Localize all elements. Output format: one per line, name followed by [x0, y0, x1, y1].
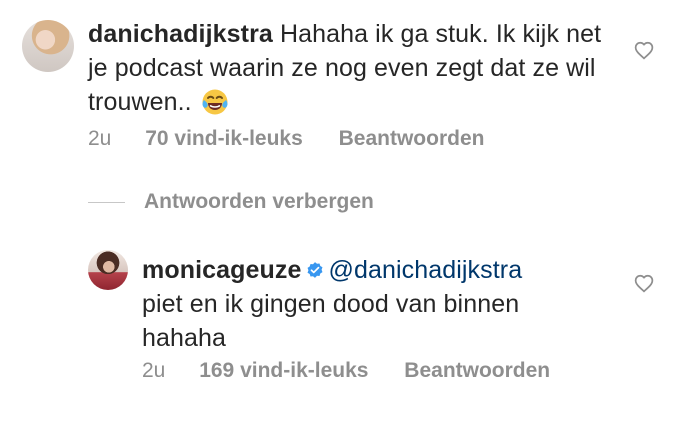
- comment-meta: 2u 70 vind-ik-leuks Beantwoorden: [88, 126, 484, 152]
- hide-replies-label: Antwoorden verbergen: [144, 190, 374, 213]
- hide-replies-toggle[interactable]: Antwoorden verbergen: [88, 188, 374, 216]
- avatar[interactable]: [22, 20, 74, 72]
- like-heart-icon[interactable]: [633, 273, 655, 293]
- face-with-tears-of-joy-icon: [201, 88, 229, 116]
- reply-likes-count[interactable]: 169 vind-ik-leuks: [199, 358, 368, 384]
- reply-timestamp: 2u: [142, 359, 166, 382]
- verified-badge-icon: [306, 254, 324, 278]
- reply-text: piet en ik gingen dood van binnen hahaha: [142, 290, 520, 352]
- comment-username[interactable]: danichadijkstra: [88, 20, 273, 48]
- reply-body: monicageuze @danichadijkstra piet en ik …: [142, 253, 562, 355]
- comment-likes-count[interactable]: 70 vind-ik-leuks: [145, 126, 303, 152]
- reply-button[interactable]: Beantwoorden: [404, 358, 550, 384]
- mention-link[interactable]: @danichadijkstra: [328, 256, 522, 284]
- reply-meta: 2u 169 vind-ik-leuks Beantwoorden: [142, 358, 550, 384]
- reply-username[interactable]: monicageuze: [142, 256, 301, 284]
- avatar[interactable]: [88, 250, 128, 290]
- comment-timestamp: 2u: [88, 127, 112, 150]
- like-heart-icon[interactable]: [633, 40, 655, 60]
- reply-button[interactable]: Beantwoorden: [339, 126, 485, 152]
- comment-body: danichadijkstra Hahaha ik ga stuk. Ik ki…: [88, 17, 608, 119]
- replies-divider-line: [88, 201, 125, 203]
